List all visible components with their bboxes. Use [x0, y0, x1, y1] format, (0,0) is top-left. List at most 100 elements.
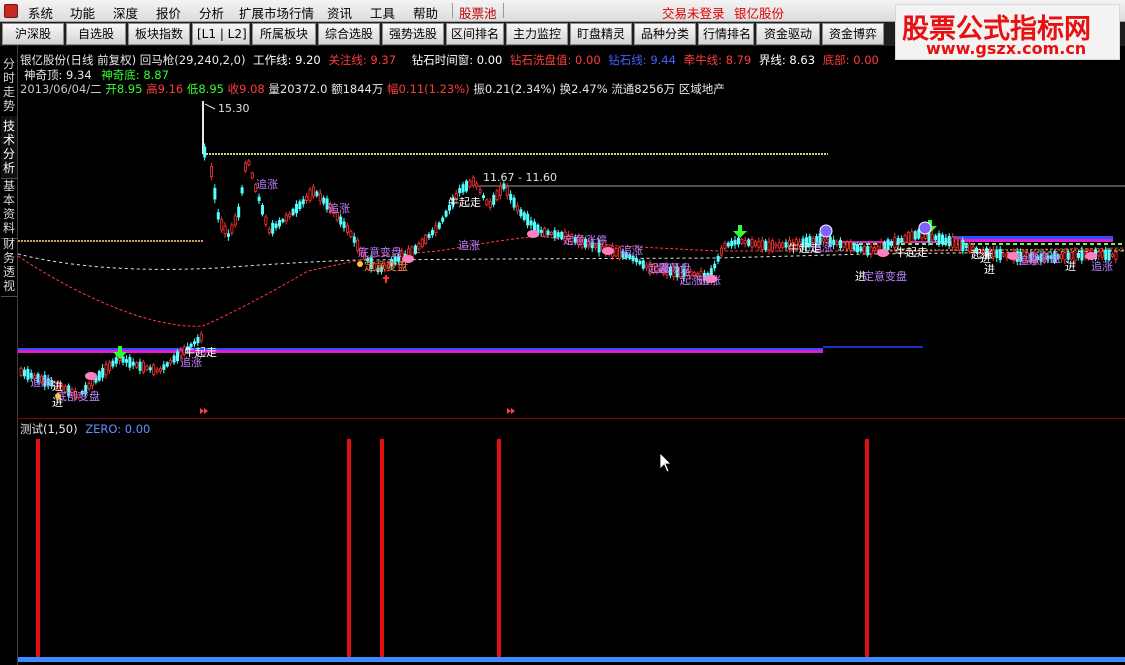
candle-body [1114, 251, 1118, 260]
current-stock-name: 银亿股份 [734, 6, 785, 21]
tab-range-rank[interactable]: 区间排名 [446, 23, 504, 45]
candle-body [101, 367, 105, 378]
candle-body [903, 235, 907, 243]
candle-body [1100, 251, 1104, 258]
blue-band [823, 346, 923, 348]
menu-help[interactable]: 帮助 [413, 3, 438, 22]
candle-body [349, 230, 353, 238]
gold-marker-icon [357, 261, 363, 267]
candle-body [720, 247, 724, 256]
chart-annotation: 起涨 [971, 248, 993, 261]
side-tab-technical[interactable]: 技术分析 [1, 116, 17, 179]
candle-body [301, 199, 305, 205]
range-label: 11.67 - 11.60 [483, 171, 557, 184]
menu-analysis[interactable]: 分析 [199, 3, 224, 22]
candle-body [158, 368, 162, 372]
candle-body [947, 235, 951, 247]
side-tab-financial[interactable]: 财务透视 [1, 234, 17, 297]
candle-body [162, 364, 166, 370]
candle-body [342, 221, 346, 228]
candle-body [638, 260, 642, 265]
candle-body [284, 214, 288, 222]
candle-body [839, 239, 843, 249]
tab-capital-game[interactable]: 资金博弈 [822, 23, 884, 45]
candle-body [502, 183, 506, 190]
candlestick-chart[interactable]: 15.30 11.67 - 11.60 追涨 追涨 牛起走 追涨 牛起走 追涨 … [18, 46, 1125, 418]
candle-body [740, 239, 744, 244]
tab-shanghai-shenzhen[interactable]: 沪深股 [2, 23, 64, 45]
candle-body [138, 361, 142, 371]
tab-category[interactable]: 品种分类 [634, 23, 696, 45]
login-status[interactable]: 交易未登录 [662, 3, 725, 22]
candle-body [437, 222, 441, 229]
tab-quote-rank[interactable]: 行情排名 [698, 23, 754, 45]
candle-body [998, 248, 1002, 261]
candle-body [835, 241, 839, 246]
candle-body [260, 205, 264, 215]
candle-body [890, 241, 894, 246]
tab-watch-elf[interactable]: 盯盘精灵 [570, 23, 632, 45]
tab-main-monitor[interactable]: 主力监控 [506, 23, 568, 45]
tab-sector-index[interactable]: 板块指数 [128, 23, 190, 45]
tab-l1-l2[interactable]: [L1 | L2] [192, 23, 250, 45]
lotus-icon [602, 247, 614, 255]
candle-body [883, 242, 887, 250]
candle-body [145, 365, 149, 371]
lotus-icon [705, 275, 717, 283]
tab-strong-select[interactable]: 强势选股 [382, 23, 444, 45]
tab-own-sector[interactable]: 所属板块 [252, 23, 316, 45]
side-tab-fundamentals[interactable]: 基本资料 [1, 176, 17, 239]
candle-body [199, 333, 203, 342]
menu-extended-market[interactable]: 扩展市场行情 [239, 3, 314, 22]
menu-system[interactable]: 系统 [28, 3, 53, 22]
candle-body [543, 227, 547, 237]
side-tab-intraday[interactable]: 分时走势 [1, 54, 17, 117]
menu-tools[interactable]: 工具 [370, 3, 395, 22]
candle-body [220, 219, 224, 231]
chart-annotation: 进 [984, 263, 995, 276]
candle-body [522, 212, 526, 220]
candle-body [104, 364, 108, 376]
candle-body [175, 351, 179, 362]
candle-body [417, 243, 421, 250]
candle-body [1070, 252, 1074, 260]
tab-composite-select[interactable]: 综合选股 [318, 23, 380, 45]
indicator-bar [36, 439, 40, 661]
work-line [18, 250, 1125, 270]
lotus-icon [402, 255, 414, 263]
candle-body [478, 189, 482, 193]
candle-body [430, 230, 434, 236]
candle-body [852, 244, 856, 250]
candle-body [240, 187, 244, 194]
candle-body [315, 191, 319, 197]
candle-body [464, 180, 468, 192]
candle-body [958, 238, 962, 251]
magenta-band [953, 239, 1113, 242]
candle-body [862, 246, 866, 254]
candle-body [767, 241, 771, 251]
chart-annotation: 追涨 [30, 375, 52, 389]
candle-body [910, 231, 914, 242]
tab-watchlist[interactable]: 自选股 [66, 23, 126, 45]
candle-body [298, 201, 302, 210]
candle-body [781, 242, 785, 248]
chart-text-mark: 震荡盘 [658, 261, 691, 275]
candle-body [539, 229, 543, 233]
candle-body [1063, 252, 1067, 261]
candle-body [114, 357, 118, 364]
menu-news[interactable]: 资讯 [327, 3, 352, 22]
candle-body [556, 232, 560, 238]
menu-separator [503, 3, 504, 18]
candle-body [1104, 249, 1108, 260]
tab-capital-drive[interactable]: 资金驱动 [756, 23, 820, 45]
candle-body [410, 246, 414, 258]
candle-body [471, 177, 475, 187]
indicator-bar [865, 439, 869, 661]
menu-quote[interactable]: 报价 [156, 3, 181, 22]
indicator-chart[interactable] [18, 419, 1125, 665]
menu-stock-pool[interactable]: 股票池 [459, 3, 497, 22]
candle-body [250, 172, 254, 179]
candle-body [274, 223, 278, 228]
menu-function[interactable]: 功能 [70, 3, 95, 22]
menu-depth[interactable]: 深度 [113, 3, 138, 22]
